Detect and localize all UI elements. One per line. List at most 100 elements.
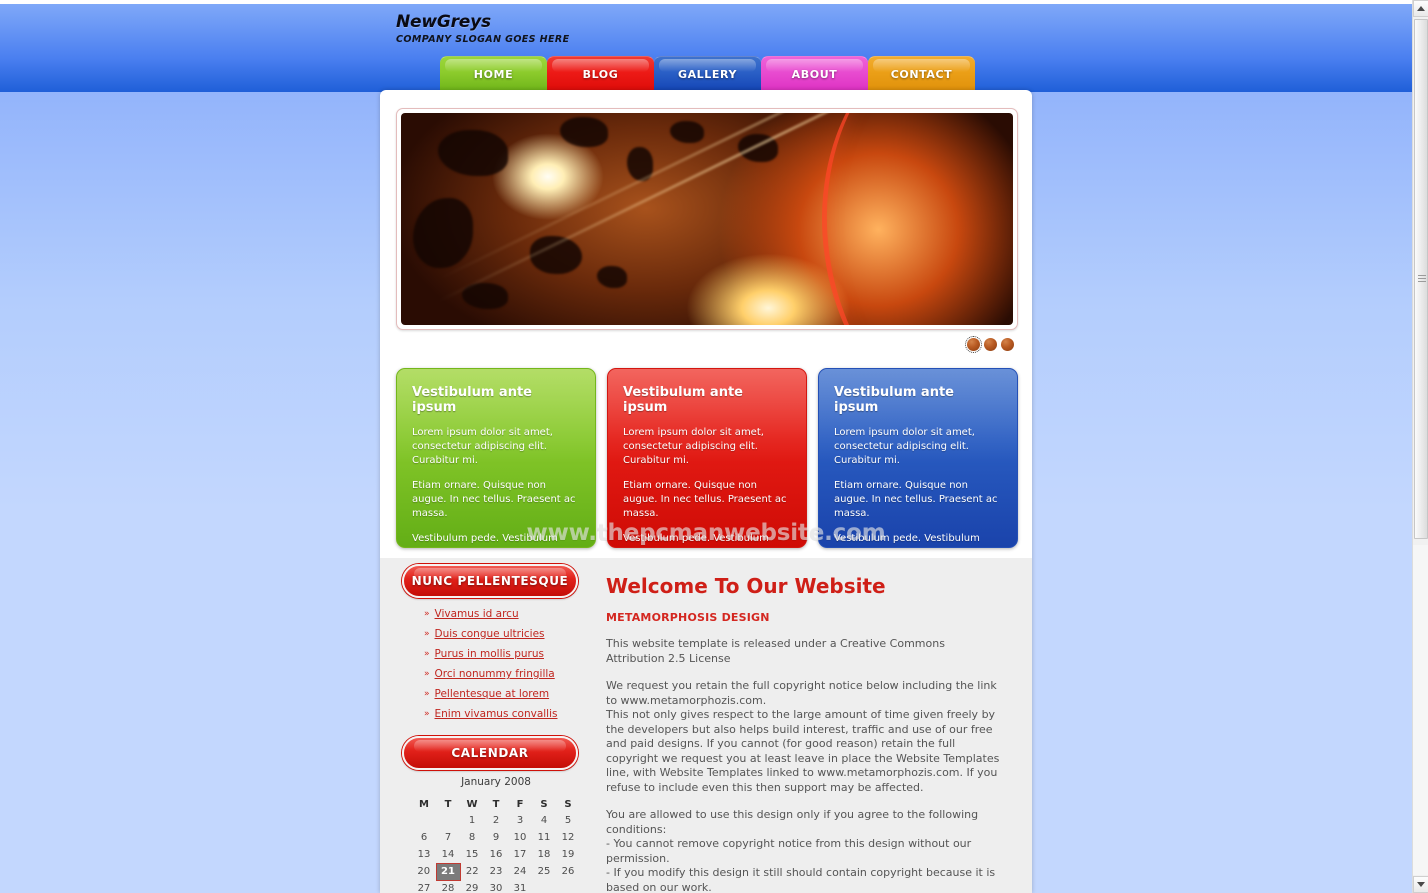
list-item[interactable]: » Duis congue ultricies — [424, 628, 582, 640]
calendar-day[interactable]: 8 — [460, 829, 484, 846]
calendar-day[interactable]: 27 — [412, 880, 436, 893]
calendar-day[interactable]: 23 — [484, 863, 508, 880]
calendar-week-row: 27 28 29 30 31 — [412, 880, 580, 893]
scrollbar-track-lower[interactable] — [1413, 545, 1428, 875]
calendar-day[interactable]: 19 — [556, 846, 580, 863]
nav-item-blog[interactable]: BLOG — [547, 56, 654, 92]
body-paragraph: You are allowed to use this design only … — [606, 808, 979, 836]
calendar-panel-title[interactable]: CALENDAR — [402, 736, 578, 770]
site-wrapper: NewGreys COMPANY SLOGAN GOES HERE HOME B… — [380, 0, 1032, 893]
calendar-day[interactable]: 15 — [460, 846, 484, 863]
calendar-day[interactable]: 4 — [532, 812, 556, 829]
sidebar-links-panel-title[interactable]: NUNC PELLENTESQUE — [402, 564, 578, 598]
sidebar-link[interactable]: Enim vivamus convallis — [435, 708, 558, 720]
calendar-day[interactable]: 22 — [460, 863, 484, 880]
calendar-day-today[interactable]: 21 — [435, 862, 461, 881]
hero-dot-3[interactable] — [1001, 338, 1014, 351]
nav-item-about[interactable]: ABOUT — [761, 56, 868, 92]
hero-dot-2[interactable] — [984, 338, 997, 351]
feature-boxes: Vestibulum ante ipsum Lorem ipsum dolor … — [396, 368, 1018, 548]
chevron-up-icon — [1417, 6, 1425, 11]
scroll-up-button[interactable] — [1413, 0, 1428, 17]
calendar-day[interactable]: 2 — [484, 812, 508, 829]
sidebar-link[interactable]: Pellentesque at lorem — [435, 688, 550, 700]
feature-box-paragraph: Etiam ornare. Quisque non augue. In nec … — [412, 480, 576, 519]
bullet-icon: » — [424, 689, 430, 699]
sidebar-link[interactable]: Vivamus id arcu — [435, 608, 519, 620]
list-item[interactable]: » Orci nonummy fringilla — [424, 668, 582, 680]
calendar-weekday: F — [516, 798, 524, 810]
calendar-day[interactable]: 18 — [532, 846, 556, 863]
scroll-down-button[interactable] — [1413, 876, 1428, 893]
scrollbar-thumb[interactable] — [1414, 19, 1428, 539]
calendar-weekday-row: M T W T F S S — [412, 796, 580, 812]
calendar-day[interactable]: 30 — [484, 880, 508, 893]
sidebar-link[interactable]: Duis congue ultricies — [435, 628, 545, 640]
list-item[interactable]: » Pellentesque at lorem — [424, 688, 582, 700]
nav-item-contact[interactable]: CONTACT — [868, 56, 975, 92]
body-paragraph: - If you modify this design it still sho… — [606, 866, 996, 893]
calendar-day[interactable]: 25 — [532, 863, 556, 880]
feature-box-paragraph: Lorem ipsum dolor sit amet, consectetur … — [623, 427, 764, 466]
list-item[interactable]: » Enim vivamus convallis — [424, 708, 582, 720]
nav-label: ABOUT — [791, 68, 838, 81]
main-content: Welcome To Our Website METAMORPHOSIS DES… — [606, 558, 1006, 893]
calendar-day[interactable]: 7 — [436, 829, 460, 846]
calendar-day[interactable]: 13 — [412, 846, 436, 863]
page-title: Welcome To Our Website — [606, 574, 886, 598]
calendar-day[interactable]: 14 — [436, 846, 460, 863]
nav-label: GALLERY — [677, 68, 738, 81]
feature-box-green: Vestibulum ante ipsum Lorem ipsum dolor … — [396, 368, 596, 548]
calendar-day[interactable]: 12 — [556, 829, 580, 846]
list-item[interactable]: » Vivamus id arcu — [424, 608, 582, 620]
calendar-day[interactable]: 16 — [484, 846, 508, 863]
panel-title-label: CALENDAR — [451, 746, 529, 760]
sidebar-link[interactable]: Orci nonummy fringilla — [435, 668, 555, 680]
calendar-day[interactable]: 29 — [460, 880, 484, 893]
calendar-week-row: 1 2 3 4 5 — [412, 812, 580, 829]
brand-slogan: COMPANY SLOGAN GOES HERE — [396, 34, 570, 45]
sidebar-links-list: » Vivamus id arcu » Duis congue ultricie… — [402, 608, 582, 720]
feature-box-paragraph: Lorem ipsum dolor sit amet, consectetur … — [412, 427, 553, 466]
vertical-scrollbar[interactable] — [1412, 0, 1428, 893]
nav-label: HOME — [473, 68, 514, 81]
chevron-down-icon — [1417, 882, 1425, 887]
calendar-week-row: 13 14 15 16 17 18 19 — [412, 846, 580, 863]
calendar-day[interactable]: 28 — [436, 880, 460, 893]
calendar-weekday: S — [540, 798, 548, 810]
calendar-day[interactable]: 11 — [532, 829, 556, 846]
feature-box-title: Vestibulum ante ipsum — [623, 385, 743, 415]
calendar-day[interactable]: 26 — [556, 863, 580, 880]
calendar-table: M T W T F S S 1 2 3 4 5 6 7 8 9 10 11 12… — [412, 796, 581, 893]
calendar-weekday: W — [466, 798, 478, 810]
calendar-day[interactable]: 6 — [412, 829, 436, 846]
content-card: Vestibulum ante ipsum Lorem ipsum dolor … — [380, 90, 1032, 893]
calendar-day[interactable]: 9 — [484, 829, 508, 846]
browser-viewport: NewGreys COMPANY SLOGAN GOES HERE HOME B… — [0, 0, 1412, 893]
sidebar-link[interactable]: Purus in mollis purus — [435, 648, 544, 660]
bullet-icon: » — [424, 649, 430, 659]
nav-item-home[interactable]: HOME — [440, 56, 547, 92]
list-item[interactable]: » Purus in mollis purus — [424, 648, 582, 660]
calendar-day[interactable]: 1 — [460, 812, 484, 829]
bullet-icon: » — [424, 609, 430, 619]
feature-box-title: Vestibulum ante ipsum — [412, 385, 532, 415]
bullet-icon: » — [424, 669, 430, 679]
hero-dot-1[interactable] — [965, 336, 982, 353]
brand-name: NewGreys — [396, 12, 491, 32]
calendar-day[interactable]: 10 — [508, 829, 532, 846]
calendar-day[interactable]: 31 — [508, 880, 532, 893]
calendar-day[interactable]: 24 — [508, 863, 532, 880]
feature-box-blue: Vestibulum ante ipsum Lorem ipsum dolor … — [818, 368, 1018, 548]
calendar-day — [436, 812, 460, 829]
calendar-day[interactable]: 17 — [508, 846, 532, 863]
calendar-day[interactable]: 3 — [508, 812, 532, 829]
hero-image[interactable] — [401, 113, 1013, 325]
calendar-day[interactable]: 5 — [556, 812, 580, 829]
calendar-weekday: T — [492, 798, 500, 810]
calendar-day[interactable]: 20 — [412, 863, 436, 880]
body-paragraph: We request you retain the full copyright… — [606, 679, 997, 707]
nav-item-gallery[interactable]: GALLERY — [654, 56, 761, 92]
lower-section: NUNC PELLENTESQUE » Vivamus id arcu » Du… — [380, 558, 1032, 893]
feature-box-paragraph: Lorem ipsum dolor sit amet, consectetur … — [834, 427, 975, 466]
